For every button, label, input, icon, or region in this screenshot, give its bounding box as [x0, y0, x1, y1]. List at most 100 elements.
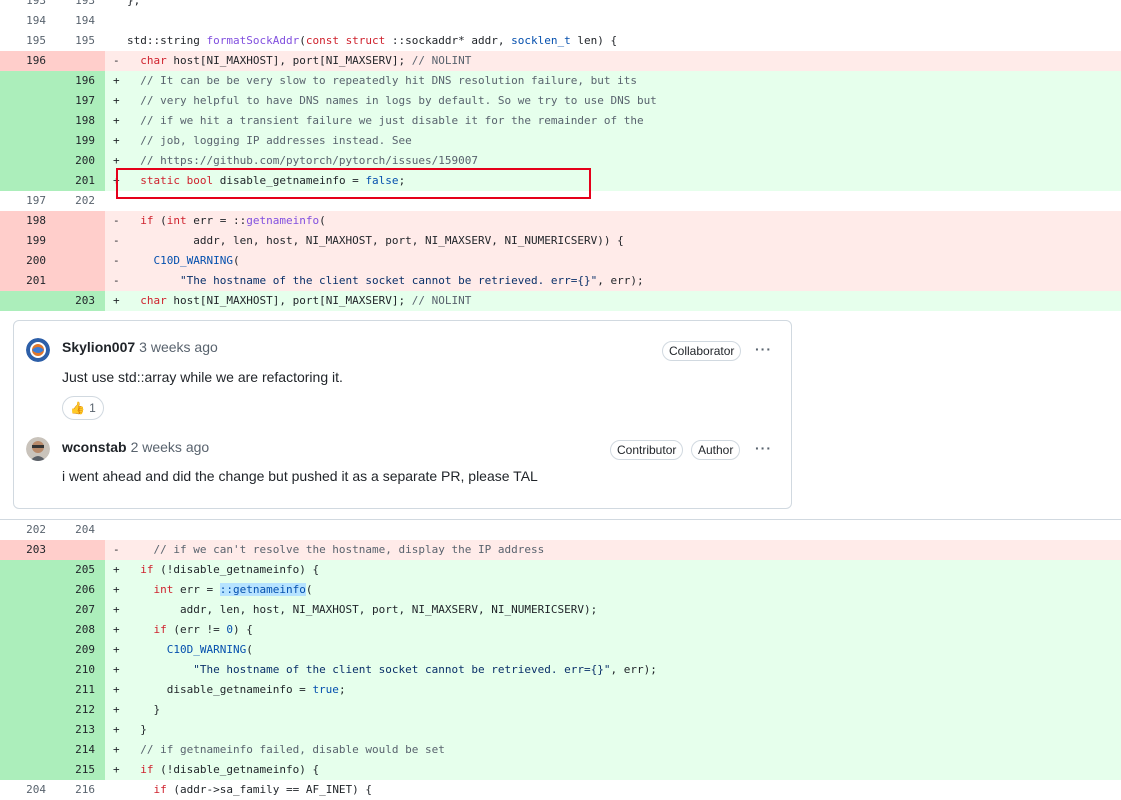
new-line-number[interactable]: 212	[56, 700, 105, 720]
old-line-number[interactable]	[0, 640, 56, 660]
code-token: if	[153, 783, 167, 796]
old-line-number[interactable]	[0, 600, 56, 620]
new-line-number[interactable]	[56, 540, 105, 560]
avatar[interactable]	[26, 338, 50, 362]
old-line-number[interactable]	[0, 71, 56, 91]
diff-marker	[113, 31, 125, 51]
author-name[interactable]: wconstab	[62, 439, 127, 455]
comment-timestamp[interactable]: 2 weeks ago	[131, 439, 210, 455]
comment-menu-icon[interactable]: ···	[755, 440, 772, 456]
old-line-number[interactable]: 204	[0, 780, 56, 800]
code-token: }	[127, 703, 161, 716]
new-line-number[interactable]: 195	[56, 31, 105, 51]
old-line-number[interactable]: 203	[0, 540, 56, 560]
old-line-number[interactable]	[0, 760, 56, 780]
comment-author[interactable]: Skylion007 3 weeks ago	[62, 339, 218, 355]
old-line-number[interactable]: 198	[0, 211, 56, 231]
new-line-number[interactable]: 201	[56, 171, 105, 191]
new-line-number[interactable]: 200	[56, 151, 105, 171]
avatar[interactable]	[26, 437, 50, 461]
new-line-number[interactable]	[56, 211, 105, 231]
code-token: ::getnameinfo	[219, 583, 306, 596]
comment-author[interactable]: wconstab 2 weeks ago	[62, 439, 209, 455]
old-line-number[interactable]: 202	[0, 520, 56, 540]
diff-marker: +	[113, 294, 120, 307]
new-line-number[interactable]	[56, 51, 105, 71]
new-line-number[interactable]: 211	[56, 680, 105, 700]
new-line-number[interactable]: 215	[56, 760, 105, 780]
author-name[interactable]: Skylion007	[62, 339, 135, 355]
comment-timestamp[interactable]: 3 weeks ago	[139, 339, 218, 355]
code-token: ;	[338, 683, 346, 696]
new-line-number[interactable]: 198	[56, 111, 105, 131]
old-line-number[interactable]: 193	[0, 0, 56, 11]
old-line-number[interactable]	[0, 740, 56, 760]
old-line-number[interactable]	[0, 111, 56, 131]
old-line-number[interactable]	[0, 291, 56, 311]
code-token: }	[127, 723, 147, 736]
new-line-number[interactable]: 205	[56, 560, 105, 580]
diff-marker	[113, 11, 125, 31]
old-line-number[interactable]	[0, 580, 56, 600]
old-line-number[interactable]: 195	[0, 31, 56, 51]
old-line-number[interactable]	[0, 171, 56, 191]
old-line-number[interactable]	[0, 620, 56, 640]
old-line-number[interactable]	[0, 560, 56, 580]
diff-marker: +	[113, 663, 120, 676]
code-content: // job, logging IP addresses instead. Se…	[127, 131, 412, 151]
code-token: // if we can't resolve the hostname, dis…	[153, 543, 545, 556]
old-line-number[interactable]: 199	[0, 231, 56, 251]
old-line-number[interactable]	[0, 700, 56, 720]
comment-menu-icon[interactable]: ···	[755, 341, 772, 357]
new-line-number[interactable]: 204	[56, 520, 105, 540]
comment-body: i went ahead and did the change but push…	[62, 468, 538, 484]
new-line-number[interactable]: 202	[56, 191, 105, 211]
new-line-number[interactable]: 194	[56, 11, 105, 31]
old-line-number[interactable]	[0, 151, 56, 171]
diff-line: 198 + // if we hit a transient failure we…	[0, 111, 1121, 131]
old-line-number[interactable]	[0, 131, 56, 151]
new-line-number[interactable]: 216	[56, 780, 105, 800]
new-line-number[interactable]: 213	[56, 720, 105, 740]
diff-marker: +	[113, 643, 120, 656]
diff-line: 209 + C10D_WARNING(	[0, 640, 1121, 660]
new-line-number[interactable]: 203	[56, 291, 105, 311]
new-line-number[interactable]: 197	[56, 91, 105, 111]
code-token: (!disable_getnameinfo) {	[153, 763, 320, 776]
new-line-number[interactable]	[56, 251, 105, 271]
code-content: if (!disable_getnameinfo) {	[127, 560, 319, 580]
new-line-number[interactable]: 208	[56, 620, 105, 640]
old-line-number[interactable]	[0, 720, 56, 740]
code-token: char	[140, 54, 167, 67]
new-line-number[interactable]: 196	[56, 71, 105, 91]
diff-line: 212 + }	[0, 700, 1121, 720]
new-line-number[interactable]	[56, 271, 105, 291]
diff-line: 197 + // very helpful to have DNS names i…	[0, 91, 1121, 111]
old-line-number[interactable]	[0, 91, 56, 111]
old-line-number[interactable]: 200	[0, 251, 56, 271]
new-line-number[interactable]: 214	[56, 740, 105, 760]
code-token: int	[153, 583, 174, 596]
new-line-number[interactable]: 207	[56, 600, 105, 620]
reaction-button[interactable]: 👍 1	[62, 396, 104, 420]
new-line-number[interactable]	[56, 231, 105, 251]
old-line-number[interactable]	[0, 660, 56, 680]
old-line-number[interactable]: 197	[0, 191, 56, 211]
new-line-number[interactable]: 210	[56, 660, 105, 680]
diff-marker: +	[113, 563, 120, 576]
diff-marker: +	[113, 114, 120, 127]
code-content: C10D_WARNING(	[127, 640, 253, 660]
new-line-number[interactable]: 209	[56, 640, 105, 660]
code-token: len) {	[570, 34, 618, 47]
old-line-number[interactable]: 196	[0, 51, 56, 71]
old-line-number[interactable]	[0, 680, 56, 700]
new-line-number[interactable]: 193	[56, 0, 105, 11]
new-line-number[interactable]: 206	[56, 580, 105, 600]
diff-marker: -	[113, 54, 120, 67]
code-token: // NOLINT	[411, 54, 472, 67]
old-line-number[interactable]: 194	[0, 11, 56, 31]
new-line-number[interactable]: 199	[56, 131, 105, 151]
old-line-number[interactable]: 201	[0, 271, 56, 291]
